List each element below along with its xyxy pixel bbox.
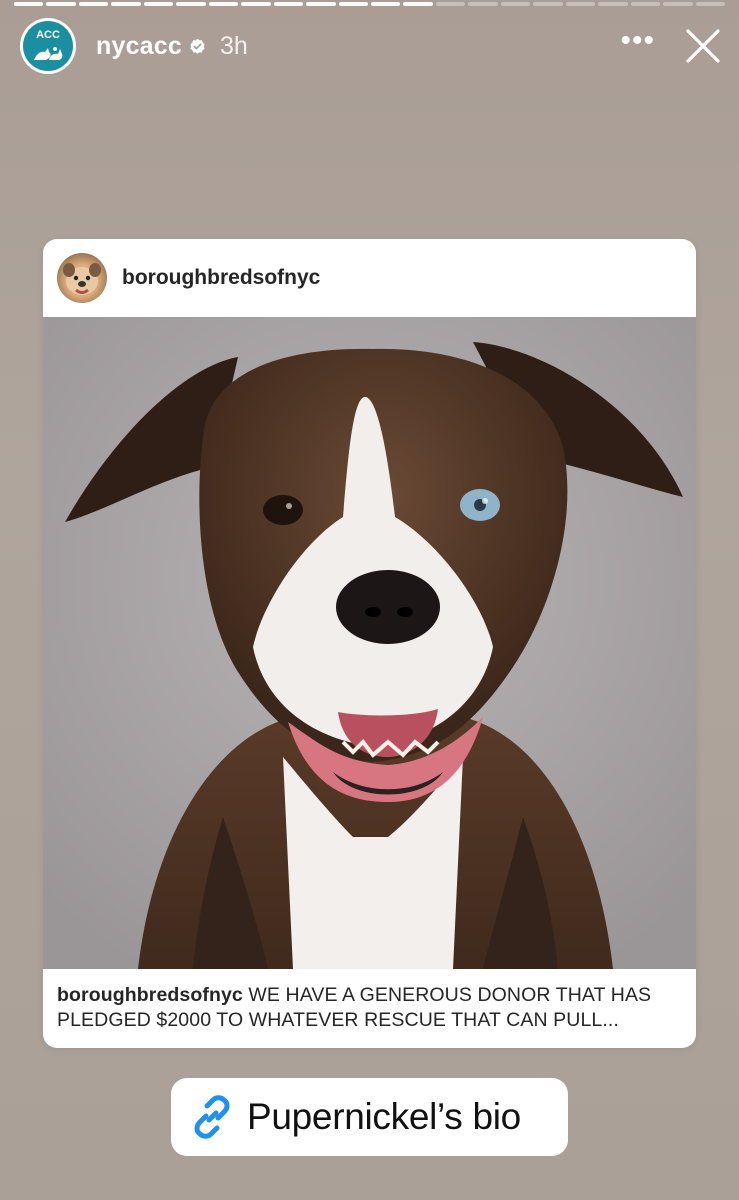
story-progress-segment bbox=[533, 2, 563, 6]
link-sticker-label: Pupernickel’s bio bbox=[247, 1096, 521, 1137]
story-progress-segment bbox=[46, 2, 76, 6]
link-sticker[interactable]: Pupernickel’s bio bbox=[171, 1078, 568, 1156]
story-progress-segment bbox=[403, 2, 433, 6]
story-progress-segment bbox=[500, 2, 531, 6]
story-progress-segment bbox=[468, 2, 498, 6]
story-view[interactable]: ACC nycacc 3h ••• boroughbredsofnyc boro… bbox=[0, 0, 739, 1200]
story-progress-segment bbox=[273, 2, 304, 6]
dog-cat-silhouette-icon bbox=[34, 46, 63, 60]
story-progress-segment bbox=[435, 2, 466, 6]
dog-portrait-image bbox=[43, 317, 696, 969]
story-progress-segment bbox=[695, 2, 725, 6]
account-avatar[interactable]: ACC bbox=[20, 18, 76, 74]
post-photo-dog[interactable] bbox=[43, 317, 696, 969]
more-options-icon[interactable]: ••• bbox=[620, 26, 655, 56]
story-progress-segment bbox=[241, 2, 271, 6]
shared-post-header: boroughbredsofnyc bbox=[43, 239, 696, 317]
post-caption[interactable]: boroughbredsofnyc WE HAVE A GENEROUS DON… bbox=[43, 969, 696, 1048]
story-progress-segment bbox=[565, 2, 596, 6]
avatar-logo-text: ACC bbox=[36, 28, 60, 41]
story-progress-segment bbox=[111, 2, 141, 6]
story-progress-bar bbox=[14, 2, 725, 6]
story-progress-segment bbox=[306, 2, 336, 6]
bulldog-avatar-icon bbox=[63, 263, 101, 295]
story-progress-segment bbox=[630, 2, 661, 6]
close-icon[interactable] bbox=[685, 28, 721, 64]
account-username[interactable]: nycacc bbox=[96, 32, 182, 61]
verified-badge-icon bbox=[190, 38, 205, 54]
post-author-avatar[interactable] bbox=[57, 253, 107, 303]
story-progress-segment bbox=[14, 2, 44, 6]
story-timestamp: 3h bbox=[220, 31, 248, 60]
story-progress-segment bbox=[370, 2, 401, 6]
shared-post-card[interactable]: boroughbredsofnyc boroughbredsofnyc WE H… bbox=[43, 239, 696, 1048]
link-icon bbox=[194, 1095, 230, 1139]
acc-logo-icon: ACC bbox=[23, 21, 73, 71]
story-progress-segment bbox=[338, 2, 368, 6]
post-author-name[interactable]: boroughbredsofnyc bbox=[122, 266, 320, 290]
story-header: ACC nycacc 3h ••• bbox=[20, 16, 721, 76]
story-progress-segment bbox=[598, 2, 628, 6]
story-progress-segment bbox=[663, 2, 693, 6]
story-progress-segment bbox=[176, 2, 206, 6]
story-progress-segment bbox=[143, 2, 174, 6]
story-progress-segment bbox=[78, 2, 109, 6]
story-progress-segment bbox=[208, 2, 239, 6]
caption-author: boroughbredsofnyc bbox=[57, 984, 243, 1006]
